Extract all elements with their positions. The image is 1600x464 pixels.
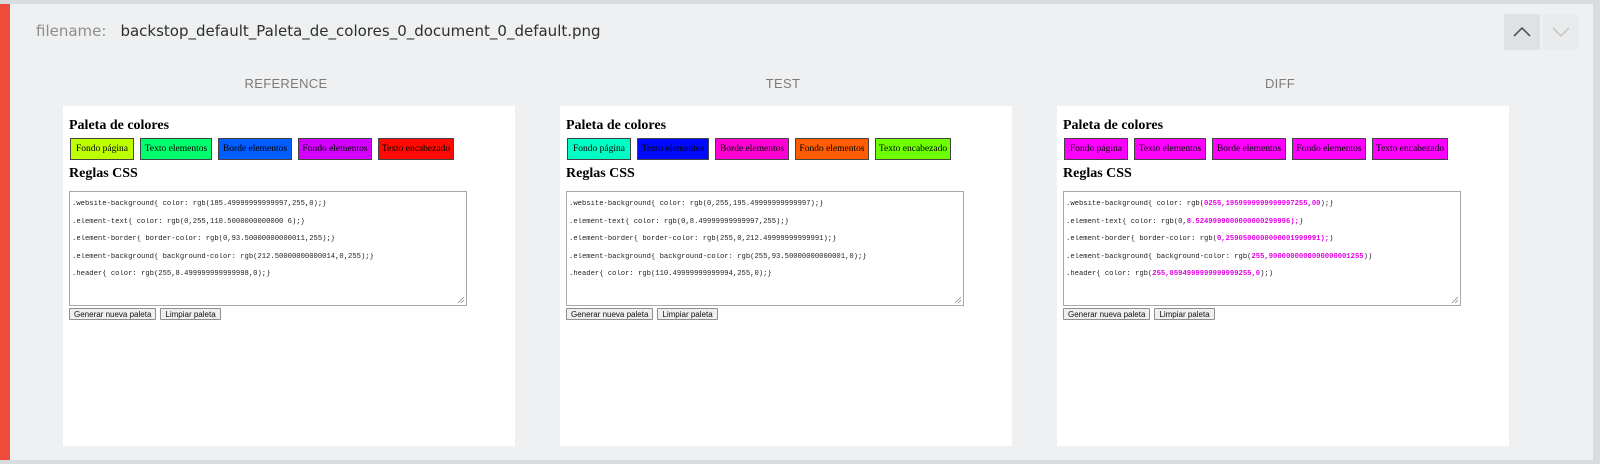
palette-title: Paleta de colores <box>1063 118 1164 133</box>
color-swatch: Texto encabezado <box>875 138 951 160</box>
color-swatch: Fondo página <box>567 138 631 160</box>
css-rule-line: .header{ color: rgb(255,8.49999999999999… <box>72 270 271 278</box>
css-textarea[interactable]: .website-background{ color: rgb(185.4999… <box>69 191 467 306</box>
scroll-up-button[interactable] <box>1504 14 1540 50</box>
diff-panel[interactable]: Paleta de colores Fondo página Texto elem… <box>1057 106 1509 446</box>
css-rule-line: .website-background{ color: rgb(0,255,19… <box>569 200 824 208</box>
test-result-card: filename: backstop_default_Paleta_de_col… <box>0 4 1593 460</box>
css-rule-text: .header{ color: rgb( <box>1066 270 1153 278</box>
color-swatch: Fondo página <box>1064 138 1128 160</box>
resize-grip-icon[interactable] <box>1451 296 1459 304</box>
test-panel[interactable]: Paleta de colores Fondo página Texto elem… <box>560 106 1012 446</box>
css-rule-line: .element-background{ background-color: r… <box>1066 253 1458 271</box>
css-diff-highlight: 0,2590500000000001999991); <box>1216 235 1330 243</box>
filename-value: backstop_default_Paleta_de_colores_0_doc… <box>120 22 601 40</box>
swatch-row: Fondo página Texto elementos Borde element… <box>70 138 460 160</box>
css-diff-highlight: 255,9000000000000000001255 <box>1251 252 1364 261</box>
color-swatch: Borde elementos <box>218 138 292 160</box>
css-textarea[interactable]: .website-background{ color: rgb(0255,195… <box>1063 191 1461 306</box>
chevron-down-icon <box>1552 27 1570 38</box>
color-swatch: Fondo elementos <box>298 138 372 160</box>
button-row: Generar nueva paleta Limpiar paleta <box>1063 308 1219 320</box>
palette-title: Paleta de colores <box>69 118 170 133</box>
resize-grip-icon[interactable] <box>954 296 962 304</box>
css-rule-text: .element-background{ background-color: r… <box>1066 252 1252 261</box>
color-swatch: Fondo página <box>70 138 134 160</box>
reference-header: REFERENCE <box>244 76 328 91</box>
css-textarea[interactable]: .website-background{ color: rgb(0,255,19… <box>566 191 964 306</box>
generate-palette-button[interactable]: Generar nueva paleta <box>69 308 157 320</box>
css-rule-text: );) <box>1260 270 1274 278</box>
generate-palette-button[interactable]: Generar nueva paleta <box>1063 308 1151 320</box>
css-rule-line: .header{ color: rgb(255,8594999999999999… <box>1066 270 1458 288</box>
css-rule-line: .element-border{ border-color: rgb(255,0… <box>569 235 837 243</box>
scroll-down-button[interactable] <box>1543 14 1579 50</box>
clear-palette-button[interactable]: Limpiar paleta <box>1154 308 1215 320</box>
css-rule-text: } <box>1298 217 1304 226</box>
color-swatch: Borde elementos <box>1212 138 1286 160</box>
css-rule-text: .element-text{ color: rgb(0, <box>1066 217 1187 226</box>
css-rule-text: )) <box>1363 252 1373 261</box>
css-rule-text: .element-border{ border-color: rgb( <box>1066 235 1217 243</box>
generate-palette-button[interactable]: Generar nueva paleta <box>566 308 654 320</box>
swatch-row: Fondo página Texto elementos Borde element… <box>1064 138 1454 160</box>
filename-label: filename: <box>36 22 107 40</box>
css-rules-title: Reglas CSS <box>69 166 138 181</box>
color-swatch: Texto encabezado <box>1372 138 1448 160</box>
color-swatch: Fondo elementos <box>795 138 869 160</box>
css-rules-title: Reglas CSS <box>1063 166 1132 181</box>
css-diff-highlight: 8.5249999000000000299996); <box>1186 217 1299 226</box>
css-diff-highlight: 0255,1959999999999997255,00 <box>1204 200 1321 208</box>
clear-palette-button[interactable]: Limpiar paleta <box>657 308 718 320</box>
color-swatch: Texto encabezado <box>378 138 454 160</box>
swatch-row: Fondo página Texto elementos Borde element… <box>567 138 957 160</box>
resize-grip-icon[interactable] <box>457 296 465 304</box>
button-row: Generar nueva paleta Limpiar paleta <box>69 308 225 320</box>
css-rule-line: .element-border{ border-color: rgb(0,93.… <box>72 235 336 243</box>
chevron-up-icon <box>1513 26 1531 37</box>
clear-palette-button[interactable]: Limpiar paleta <box>160 308 221 320</box>
css-rule-line: .header{ color: rgb(110.49999999999994,2… <box>569 270 772 278</box>
filename-row: filename: backstop_default_Paleta_de_col… <box>36 22 601 46</box>
css-rule-line: .element-text{ color: rgb(0,8.4999999999… <box>569 217 789 226</box>
reference-panel[interactable]: Paleta de colores Fondo página Texto elem… <box>63 106 515 446</box>
css-rule-line: .element-background{ background-color: r… <box>72 252 374 261</box>
css-diff-highlight: 255,8594999999999999255,0 <box>1152 270 1261 278</box>
color-swatch: Borde elementos <box>715 138 789 160</box>
test-header: TEST <box>765 76 801 91</box>
css-rule-text: );} <box>1320 200 1334 208</box>
button-row: Generar nueva paleta Limpiar paleta <box>566 308 722 320</box>
css-rule-line: .element-background{ background-color: r… <box>569 252 867 261</box>
palette-title: Paleta de colores <box>566 118 667 133</box>
diff-header: DIFF <box>1264 76 1296 91</box>
css-rule-line: .element-text{ color: rgb(0,8.5249999000… <box>1066 218 1458 236</box>
css-rules-title: Reglas CSS <box>566 166 635 181</box>
css-rule-line: .website-background{ color: rgb(0255,195… <box>1066 200 1458 218</box>
color-swatch: Texto elementos <box>637 138 709 160</box>
css-rule-line: .element-text{ color: rgb(0,255,110.5000… <box>72 217 305 226</box>
css-rule-line: .website-background{ color: rgb(185.4999… <box>72 200 327 208</box>
color-swatch: Texto elementos <box>1134 138 1206 160</box>
color-swatch: Texto elementos <box>140 138 212 160</box>
css-rule-line: .element-border{ border-color: rgb(0,259… <box>1066 235 1458 253</box>
css-rule-text: .website-background{ color: rgb( <box>1066 200 1205 208</box>
color-swatch: Fondo elementos <box>1292 138 1366 160</box>
status-bar <box>0 4 10 460</box>
css-rule-text: ) <box>1329 235 1334 243</box>
